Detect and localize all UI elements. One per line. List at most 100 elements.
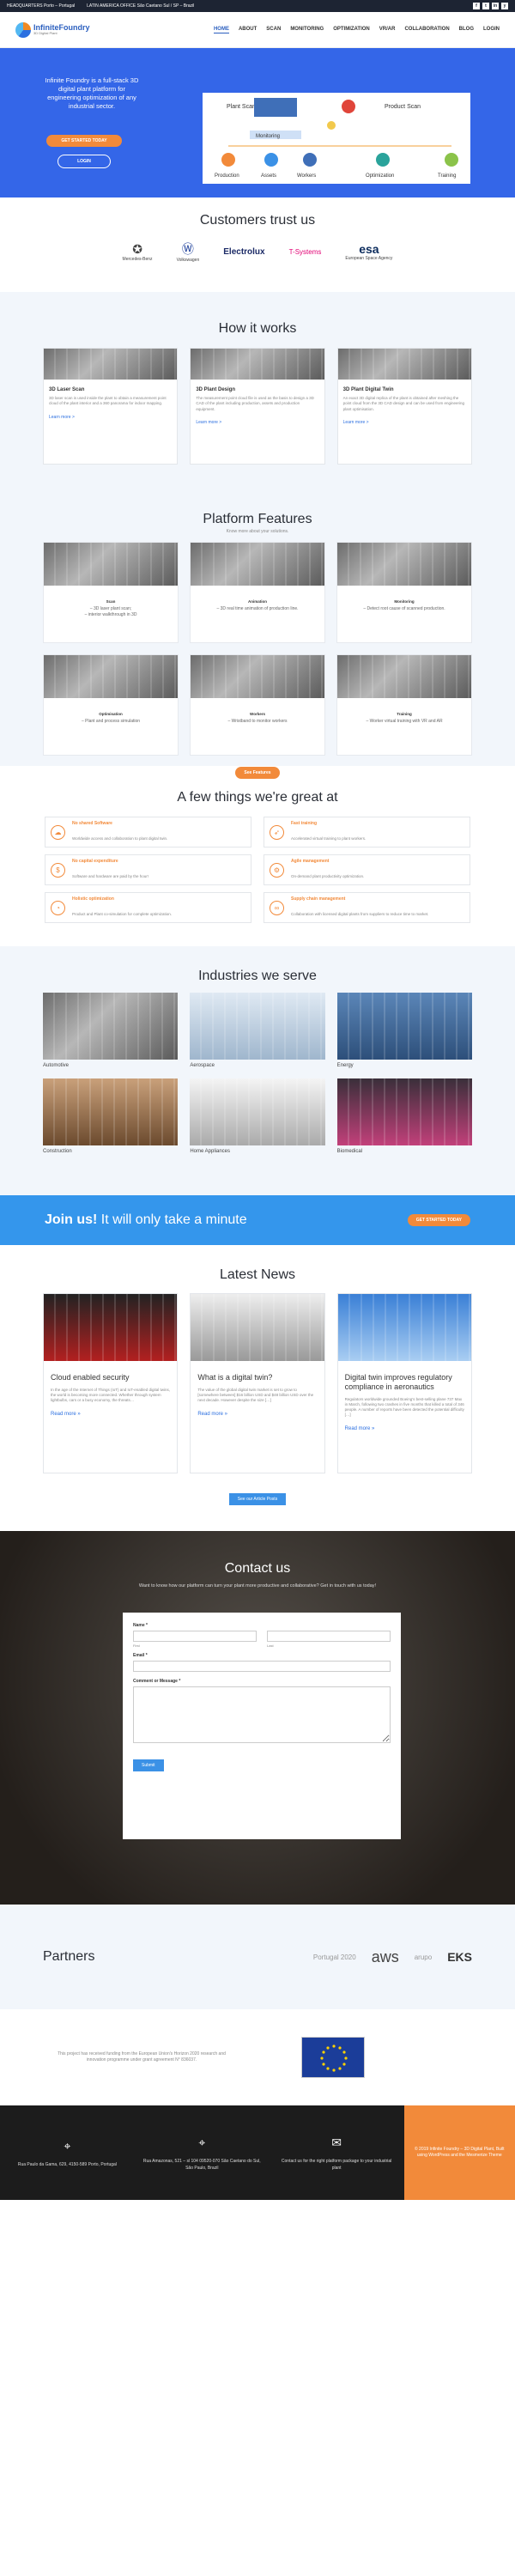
- industry-energy[interactable]: Energy: [336, 993, 472, 1068]
- aws-logo: aws: [371, 1947, 399, 1965]
- get-started-button[interactable]: GET STARTED TODAY: [46, 135, 122, 147]
- features-title: Platform Features: [203, 512, 312, 526]
- production-icon: [221, 153, 235, 167]
- training-icon: [445, 153, 458, 167]
- diagram-plant-scan: Plant Scan: [227, 104, 256, 110]
- facebook-icon[interactable]: f: [473, 3, 480, 9]
- youtube-icon[interactable]: y: [501, 3, 508, 9]
- factory-icon: [254, 98, 297, 117]
- digital-twin-photo: [337, 349, 471, 380]
- email-label: Email *: [133, 1653, 148, 1658]
- footer-address-porto: ⌖ Rua Paulo da Gama, 629, 4150-589 Porto,…: [17, 2138, 117, 2167]
- nav-collaboration[interactable]: COLLABORATION: [404, 27, 449, 33]
- industry-construction[interactable]: Construction: [43, 1078, 179, 1154]
- email-field[interactable]: [133, 1661, 391, 1672]
- news-section: Latest News Cloud enabled security In the…: [0, 1245, 515, 1531]
- great-item: ➶ Fast training Accelerated virtual traini…: [264, 817, 470, 848]
- footer-address-brazil: ⌖ Rua Amazonas, 521 – sl 104 09520-070 Sã…: [142, 2136, 261, 2171]
- how-title: How it works: [218, 321, 297, 336]
- feature-scan: Scan – 3D laser plant scan; – interior wa…: [43, 542, 179, 643]
- comment-label: Comment or Message *: [133, 1679, 181, 1684]
- nav-blog[interactable]: BLOG: [459, 27, 474, 33]
- partners-title: Partners: [43, 1949, 95, 1964]
- learn-more-link[interactable]: Learn more >: [196, 420, 318, 425]
- location-icon: ⌖: [64, 2138, 71, 2153]
- arupo-logo: arupo: [414, 1953, 433, 1961]
- diagram-training: Training: [438, 173, 456, 179]
- site-footer: ⌖ Rua Paulo da Gama, 629, 4150-589 Porto,…: [0, 2105, 515, 2200]
- rocket-icon: ➶: [270, 824, 284, 840]
- diagram-workers: Workers: [297, 173, 316, 179]
- industry-home-appliances[interactable]: Home Appliances: [190, 1078, 325, 1154]
- read-more-link[interactable]: Read more »: [51, 1412, 170, 1417]
- how-card-digital-twin: 3D Plant Digital Twin An exact 3D digital…: [336, 348, 472, 465]
- great-item: ◔ Holistic optimization Product and Plant …: [45, 892, 251, 923]
- feature-animation: Animation – 3D real time animation of pro…: [190, 542, 325, 643]
- news-card: Cloud enabled security In the age of the …: [43, 1293, 179, 1473]
- hero-login-button[interactable]: LOGIN: [58, 155, 111, 168]
- assets-icon: [264, 153, 278, 167]
- last-name-field[interactable]: [267, 1631, 391, 1642]
- linkedin-icon[interactable]: in: [492, 3, 499, 9]
- read-more-link[interactable]: Read more »: [197, 1412, 317, 1417]
- great-item: ☁ No shared Software Worldwide access and …: [45, 817, 251, 848]
- read-more-link[interactable]: Read more »: [345, 1426, 464, 1431]
- latam-address: LATIN AMERICA OFFICE São Caetano Sul / S…: [87, 3, 195, 9]
- diagram-production: Production: [215, 173, 239, 179]
- hero-text: Infinite Foundry is a full-stack 3D digi…: [45, 76, 139, 111]
- join-get-started-button[interactable]: GET STARTED TODAY: [407, 1214, 470, 1226]
- news-card: What is a digital twin? The value of the …: [190, 1293, 325, 1473]
- electrolux-logo: Electrolux: [223, 246, 265, 257]
- logo-mark-icon: [15, 21, 31, 38]
- nav-login[interactable]: LOGIN: [483, 27, 500, 33]
- nav-home[interactable]: HOME: [213, 27, 229, 33]
- portugal2020-logo: Portugal 2020: [312, 1953, 356, 1961]
- social-links: f t in y: [473, 3, 508, 9]
- diagram-product-scan: Product Scan: [385, 104, 421, 110]
- name-label: Name *: [133, 1623, 148, 1628]
- cloud-icon: ☁: [51, 824, 65, 840]
- feature-training: Training – Worker virtual training with V…: [336, 654, 472, 756]
- gear-icon: ⚙: [270, 862, 284, 878]
- eks-logo: EKS: [447, 1950, 472, 1964]
- diagram-monitoring: Monitoring: [256, 134, 280, 139]
- laser-scan-photo: [44, 349, 178, 380]
- optimization-icon: [376, 153, 390, 167]
- see-features-button[interactable]: See Features: [235, 767, 280, 779]
- volkswagen-logo: Ⓦ Volkswagen: [176, 242, 200, 263]
- see-articles-button[interactable]: See our Article Posts: [228, 1493, 287, 1505]
- how-card-laser-scan: 3D Laser Scan 3D laser scan is used insid…: [43, 348, 179, 465]
- footer-copyright: © 2019 Infinite Foundry – 3D Digital Pla…: [403, 2105, 515, 2200]
- great-item: $ No capital expenditure Software and hard…: [45, 854, 251, 885]
- feature-optimisation: Optimisation – Plant and process simulati…: [43, 654, 179, 756]
- twitter-icon[interactable]: t: [482, 3, 489, 9]
- learn-more-link[interactable]: Learn more >: [343, 420, 466, 425]
- top-info-bar: HEADQUARTERS Porto – Portugal LATIN AMER…: [0, 0, 515, 12]
- first-name-field[interactable]: [133, 1631, 257, 1642]
- diagram-optimization: Optimization: [366, 173, 394, 179]
- site-header: InfiniteFoundry 3D Digital Plant HOME ABO…: [0, 12, 515, 48]
- bulb-icon: [327, 121, 336, 130]
- join-banner: Join us! It will only take a minute GET …: [0, 1195, 515, 1245]
- submit-button[interactable]: Submit: [133, 1759, 164, 1771]
- contact-form: Name * First Last Email * Comment or Mes…: [123, 1613, 401, 1839]
- learn-more-link[interactable]: Learn more >: [49, 415, 172, 420]
- feature-monitoring: Monitoring – Detect root cause of scanned…: [336, 542, 472, 643]
- industry-biomedical[interactable]: Biomedical: [336, 1078, 472, 1154]
- comment-field[interactable]: [133, 1686, 391, 1743]
- nav-monitoring[interactable]: MONITORING: [290, 27, 324, 33]
- industry-automotive[interactable]: Automotive: [43, 993, 179, 1068]
- great-item: ⚙ Agile management On-demand plant product…: [264, 854, 470, 885]
- eu-flag-icon: [301, 2037, 365, 2078]
- platform-diagram: Plant Scan Product Scan Monitoring Produ…: [203, 93, 470, 184]
- main-nav: HOME ABOUT SCAN MONITORING OPTIMIZATION …: [213, 27, 500, 33]
- industry-aerospace[interactable]: Aerospace: [190, 993, 325, 1068]
- nav-vr-ar[interactable]: VR/AR: [379, 27, 396, 33]
- nav-about[interactable]: ABOUT: [239, 27, 257, 33]
- great-title: A few things we're great at: [177, 790, 338, 805]
- logo[interactable]: InfiniteFoundry 3D Digital Plant: [15, 21, 90, 38]
- nav-scan[interactable]: SCAN: [266, 27, 281, 33]
- money-icon: $: [51, 862, 65, 878]
- link-icon: ∞: [270, 900, 284, 915]
- nav-optimization[interactable]: OPTIMIZATION: [333, 27, 370, 33]
